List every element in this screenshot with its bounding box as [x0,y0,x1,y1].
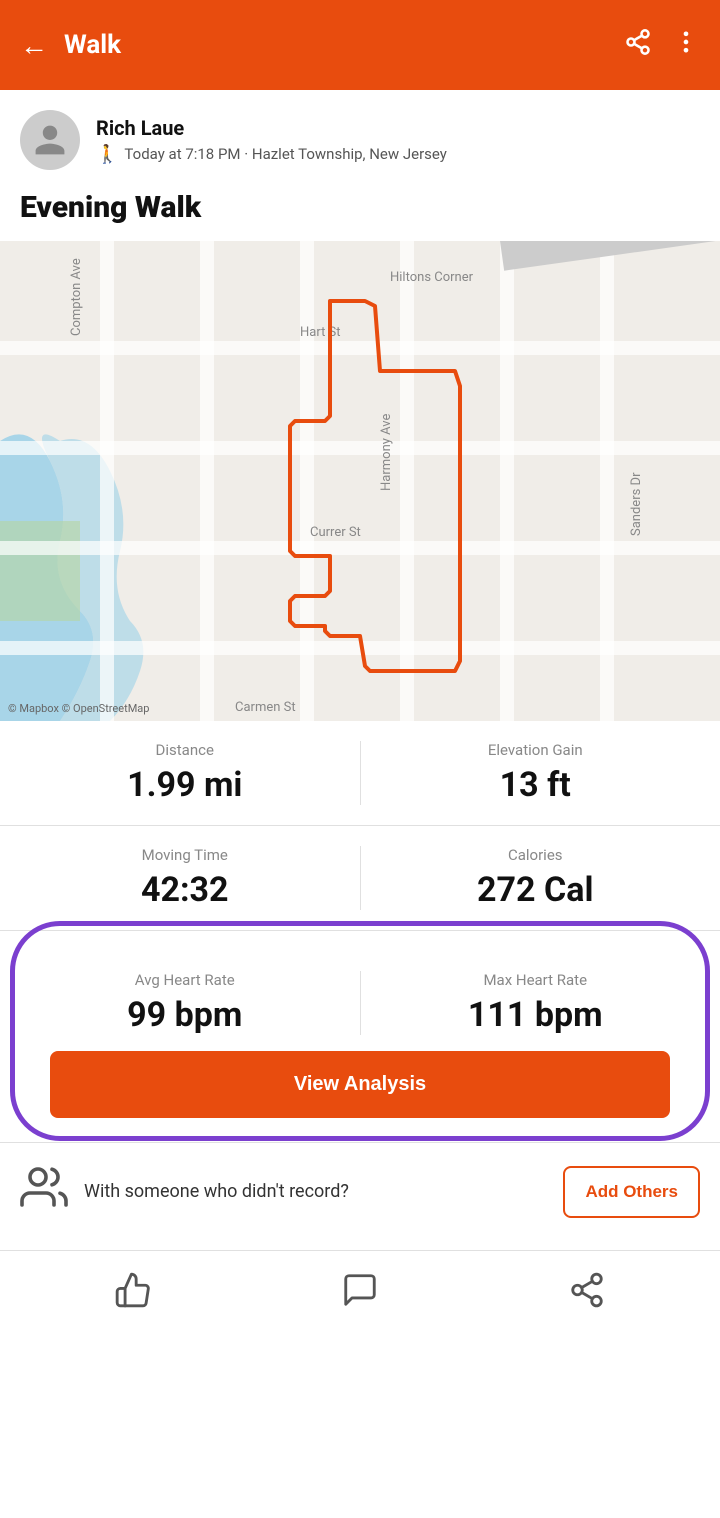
elevation-label: Elevation Gain [381,741,691,759]
svg-text:Sanders Dr: Sanders Dr [629,472,644,536]
header-icons [624,28,700,62]
avg-hr-label: Avg Heart Rate [30,971,340,989]
user-info: Rich Laue 🚶 Today at 7:18 PM · Hazlet To… [96,116,447,165]
stat-divider-1 [360,741,361,805]
calories-label: Calories [381,846,691,864]
max-hr-value: 111 bpm [381,995,691,1035]
like-icon[interactable] [114,1271,152,1317]
elevation-value: 13 ft [381,765,691,805]
time-calories-row: Moving Time 42:32 Calories 272 Cal [0,826,720,931]
user-meta: 🚶 Today at 7:18 PM · Hazlet Township, Ne… [96,144,447,165]
distance-label: Distance [30,741,340,759]
stat-divider-3 [360,971,361,1035]
max-hr-stat: Max Heart Rate 111 bpm [381,971,691,1035]
max-hr-label: Max Heart Rate [381,971,691,989]
comment-icon[interactable] [341,1271,379,1317]
header: ← Walk [0,0,720,90]
svg-text:Compton Ave: Compton Ave [69,258,84,336]
svg-text:Hart St: Hart St [300,325,341,340]
avatar [20,110,80,170]
heart-rate-section: Avg Heart Rate 99 bpm Max Heart Rate 111… [0,931,720,1118]
distance-value: 1.99 mi [30,765,340,805]
share-bottom-icon[interactable] [568,1271,606,1317]
add-others-text: With someone who didn't record? [84,1179,547,1204]
map-container: Compton Ave Currer St Harmony Ave Sander… [0,241,720,721]
user-section: Rich Laue 🚶 Today at 7:18 PM · Hazlet To… [0,90,720,180]
add-others-button[interactable]: Add Others [563,1166,700,1218]
distance-elevation-row: Distance 1.99 mi Elevation Gain 13 ft [0,721,720,826]
avg-hr-value: 99 bpm [30,995,340,1035]
avg-hr-stat: Avg Heart Rate 99 bpm [30,971,340,1035]
stat-divider-2 [360,846,361,910]
share-icon[interactable] [624,28,652,62]
user-meta-text: Today at 7:18 PM · Hazlet Township, New … [124,145,446,163]
svg-text:Currer St: Currer St [310,525,361,540]
add-others-section: With someone who didn't record? Add Othe… [0,1142,720,1240]
elevation-stat: Elevation Gain 13 ft [381,741,691,805]
more-icon[interactable] [672,28,700,62]
user-name: Rich Laue [96,116,447,140]
moving-time-label: Moving Time [30,846,340,864]
heart-rate-row: Avg Heart Rate 99 bpm Max Heart Rate 111… [30,951,690,1035]
svg-text:Carmen St: Carmen St [235,700,296,715]
view-analysis-button[interactable]: View Analysis [50,1051,670,1118]
distance-stat: Distance 1.99 mi [30,741,340,805]
svg-text:Hiltons Corner: Hiltons Corner [390,270,474,285]
activity-type-icon: 🚶 [96,144,118,165]
calories-stat: Calories 272 Cal [381,846,691,910]
people-icon [20,1163,68,1220]
bottom-nav [0,1250,720,1337]
calories-value: 272 Cal [381,870,691,910]
moving-time-value: 42:32 [30,870,340,910]
activity-title: Evening Walk [0,180,720,241]
back-button[interactable]: ← [20,29,48,62]
svg-text:Harmony Ave: Harmony Ave [379,414,394,491]
header-title: Walk [64,30,624,60]
map-credit: © Mapbox © OpenStreetMap [8,702,149,715]
stats-section: Distance 1.99 mi Elevation Gain 13 ft Mo… [0,721,720,1118]
moving-time-stat: Moving Time 42:32 [30,846,340,910]
